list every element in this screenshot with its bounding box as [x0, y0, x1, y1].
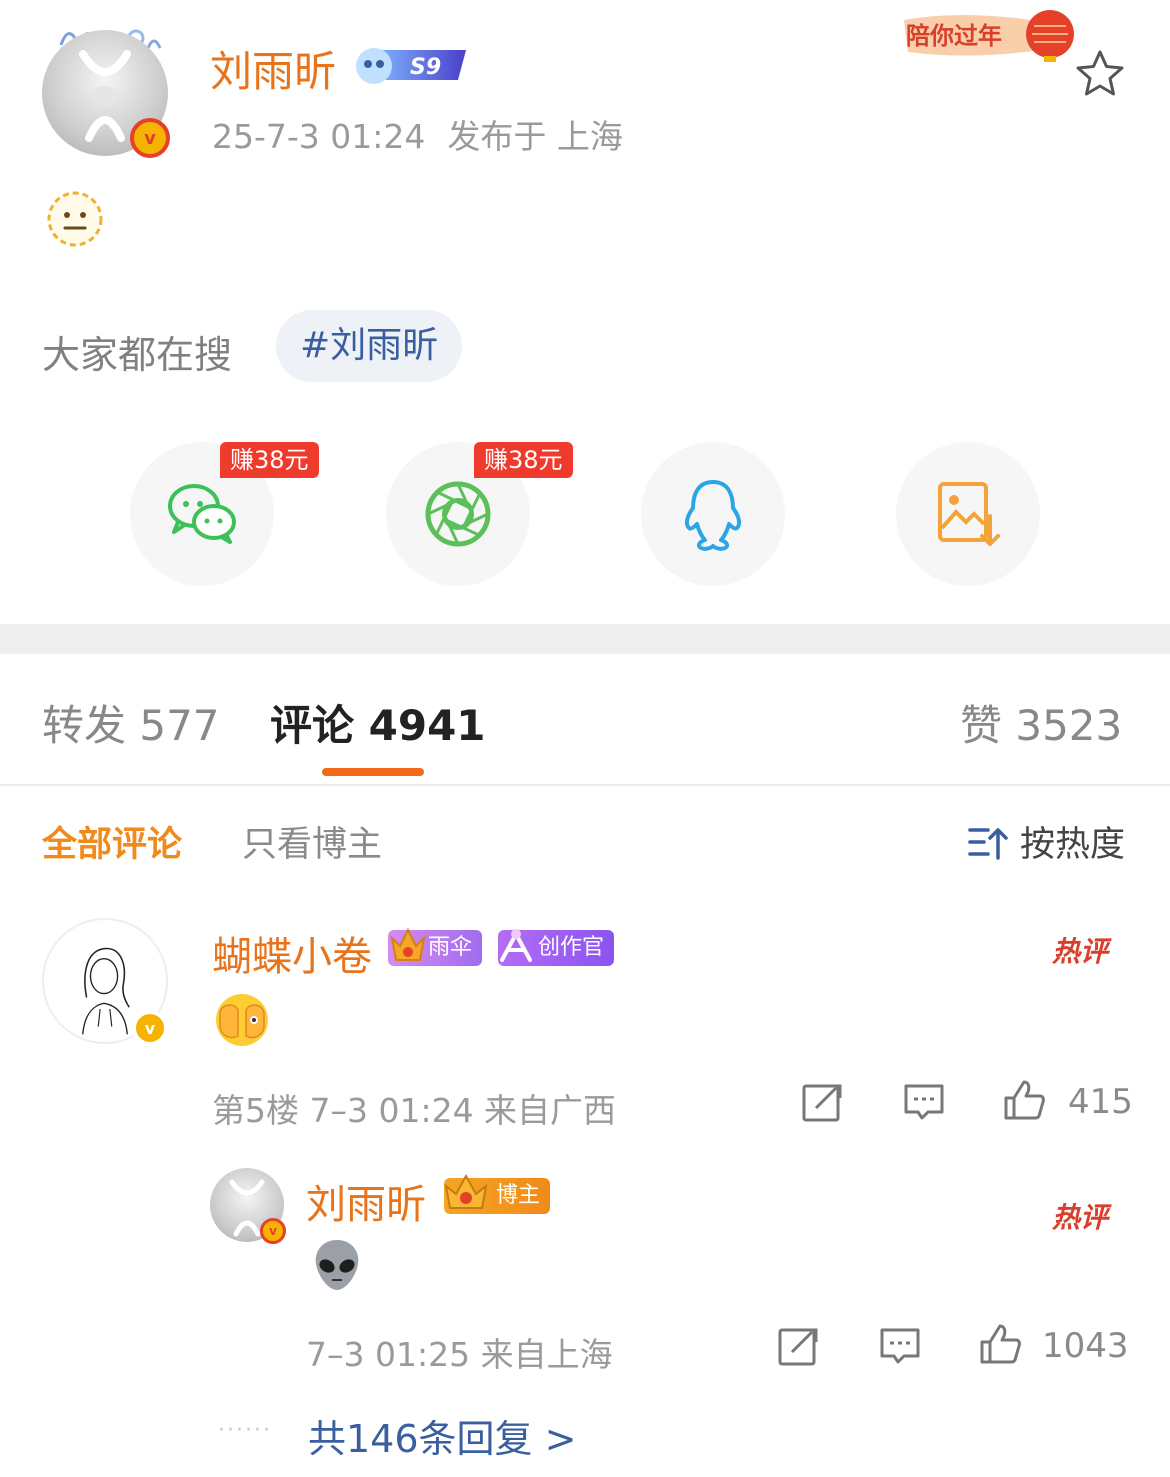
neutral-face-emoji: [46, 190, 104, 248]
tab-comments[interactable]: 评论 4941: [270, 692, 486, 753]
trending-search-label: 大家都在搜: [42, 333, 233, 377]
edit-share-icon: [802, 1084, 842, 1122]
reply-username[interactable]: 刘雨昕: [306, 1172, 426, 1230]
reply-meta: 7–3 01:25 来自上海: [306, 1335, 613, 1374]
qq-icon: [684, 480, 742, 551]
view-more-replies-link[interactable]: 共146条回复 >: [308, 1408, 576, 1463]
crown-icon: [388, 922, 428, 966]
blogger-badge-label: 博主: [496, 1183, 541, 1208]
verified-badge-icon: v: [130, 118, 170, 158]
repost-reply-button[interactable]: [776, 1324, 820, 1372]
verified-badge-icon: v: [132, 1010, 168, 1046]
sort-label: 按热度: [1020, 825, 1126, 865]
post-meta: 25-7-3 01:24 发布于 上海: [212, 110, 623, 158]
comment-bubble-icon: [880, 1328, 920, 1364]
filter-all-comments[interactable]: 全部评论: [42, 816, 182, 867]
earn-badge-wechat: 赚38元: [220, 442, 319, 478]
active-tab-indicator: [322, 768, 424, 776]
edit-share-icon: [778, 1328, 818, 1366]
fan-badge-label: 雨伞: [428, 935, 473, 960]
repost-comment-button[interactable]: [800, 1080, 844, 1128]
tabs-divider: [0, 784, 1170, 786]
earn-badge-moments: 赚38元: [474, 442, 573, 478]
tab-reposts[interactable]: 转发 577: [42, 692, 220, 753]
comment-username[interactable]: 蝴蝶小卷: [212, 924, 372, 982]
moments-icon: [425, 481, 491, 547]
crown-icon: [442, 1170, 490, 1214]
section-divider: [0, 624, 1170, 654]
reply-comment-button[interactable]: [902, 1080, 946, 1128]
alien-emoji: [310, 1238, 364, 1292]
sort-by-popularity-button[interactable]: 按热度: [968, 816, 1125, 867]
tab-likes[interactable]: 赞 3523: [960, 692, 1122, 753]
post-location: 发布于 上海: [447, 117, 623, 156]
hot-comment-tag: 热评: [1052, 935, 1109, 968]
thumbs-up-icon: [980, 1324, 1021, 1364]
save-image-icon: [938, 482, 1000, 546]
hot-comment-tag: 热评: [1052, 1201, 1109, 1234]
verified-badge-icon: v: [260, 1218, 286, 1244]
favorite-star-icon[interactable]: [1074, 48, 1126, 100]
face-with-hands-over-eyes-emoji: [214, 992, 270, 1048]
like-count: 415: [1068, 1082, 1133, 1122]
like-reply-button[interactable]: [978, 1322, 1022, 1370]
level-text: S9: [410, 55, 441, 80]
author-name[interactable]: 刘雨昕: [210, 38, 336, 99]
comment-bubble-icon: [904, 1084, 944, 1120]
like-comment-button[interactable]: [1002, 1078, 1046, 1126]
like-count: 1043: [1042, 1326, 1129, 1366]
reply-thread-dots: ······: [218, 1418, 272, 1443]
filter-blogger-only[interactable]: 只看博主: [242, 816, 382, 867]
creator-badge-label: 创作官: [538, 935, 605, 960]
promo-text: 陪你过年: [906, 22, 1002, 50]
creator-icon: [496, 924, 536, 968]
save-image-button[interactable]: [896, 442, 1040, 586]
post-time: 25-7-3 01:24: [212, 117, 426, 156]
wechat-icon: [168, 484, 236, 544]
sort-icon: [968, 827, 1008, 860]
reply-reply-button[interactable]: [878, 1324, 922, 1372]
trending-search-tag[interactable]: #刘雨昕: [276, 310, 463, 382]
level-badge: S9: [352, 44, 470, 86]
comment-meta: 第5楼 7–3 01:24 来自广西: [212, 1091, 617, 1130]
share-qq-button[interactable]: [641, 442, 785, 586]
thumbs-up-icon: [1004, 1080, 1045, 1120]
